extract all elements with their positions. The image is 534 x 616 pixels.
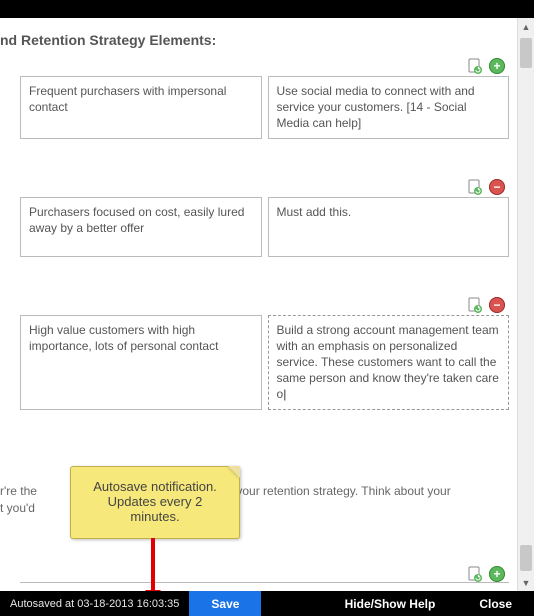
strategy-right-cell-editing[interactable]: Build a strong account management team w… bbox=[268, 315, 510, 410]
strategy-left-cell[interactable]: High value customers with high importanc… bbox=[20, 315, 262, 410]
page-refresh-icon[interactable] bbox=[467, 297, 483, 313]
remove-icon[interactable]: − bbox=[489, 179, 505, 195]
section-controls: + bbox=[0, 58, 509, 74]
section-controls: − bbox=[0, 297, 509, 313]
strategy-left-cell[interactable]: Frequent purchasers with impersonal cont… bbox=[20, 76, 262, 139]
vertical-scrollbar[interactable]: ▲ ▼ bbox=[517, 18, 534, 591]
strategy-section: − Purchasers focused on cost, easily lur… bbox=[0, 179, 509, 257]
add-icon[interactable]: + bbox=[489, 58, 505, 74]
add-icon[interactable]: + bbox=[489, 566, 505, 582]
strategy-section: + Frequent purchasers with impersonal co… bbox=[0, 58, 509, 139]
editing-text: Build a strong account management team w… bbox=[277, 323, 499, 402]
page-refresh-icon[interactable] bbox=[467, 58, 483, 74]
close-button[interactable]: Close bbox=[457, 591, 534, 616]
section-controls: − bbox=[0, 179, 509, 195]
strategy-right-cell[interactable]: Must add this. bbox=[268, 197, 510, 257]
strategy-row: Frequent purchasers with impersonal cont… bbox=[20, 76, 509, 139]
section-heading: nd Retention Strategy Elements: bbox=[0, 32, 509, 48]
instruction-fragment-line2: t you'd bbox=[0, 501, 35, 515]
scroll-thumb[interactable] bbox=[520, 38, 532, 68]
page-refresh-icon[interactable] bbox=[467, 566, 483, 582]
note-line: minutes. bbox=[130, 509, 179, 524]
autosave-tooltip-note: Autosave notification. Updates every 2 m… bbox=[70, 466, 240, 539]
text-cursor bbox=[283, 387, 286, 401]
window-titlebar-dark bbox=[0, 0, 534, 18]
note-line: Updates every 2 bbox=[108, 494, 203, 509]
strategy-section: − High value customers with high importa… bbox=[0, 297, 509, 410]
scroll-down-button[interactable]: ▼ bbox=[518, 574, 534, 591]
remove-icon[interactable]: − bbox=[489, 297, 505, 313]
scroll-up-button[interactable]: ▲ bbox=[518, 18, 534, 35]
strategy-row: Purchasers focused on cost, easily lured… bbox=[20, 197, 509, 257]
callout-arrow bbox=[151, 538, 155, 591]
instruction-fragment-right: in your retention strategy. Think about … bbox=[224, 484, 451, 498]
section-controls: + bbox=[0, 566, 509, 582]
hide-show-help-button[interactable]: Hide/Show Help bbox=[323, 591, 458, 616]
bottom-toolbar: Autosaved at 03-18-2013 16:03:35 Save Hi… bbox=[0, 591, 534, 616]
note-line: Autosave notification. bbox=[93, 479, 217, 494]
scroll-thumb-lower[interactable] bbox=[520, 545, 532, 571]
strategy-right-cell[interactable]: Use social media to connect with and ser… bbox=[268, 76, 510, 139]
save-button[interactable]: Save bbox=[189, 591, 261, 616]
strategy-left-cell[interactable]: Purchasers focused on cost, easily lured… bbox=[20, 197, 262, 257]
page-refresh-icon[interactable] bbox=[467, 179, 483, 195]
toolbar-spacer bbox=[261, 591, 322, 616]
lower-section: + bbox=[0, 566, 509, 588]
content-area: nd Retention Strategy Elements: + Freque… bbox=[0, 18, 534, 591]
instruction-fragment-left: r're the bbox=[0, 484, 37, 498]
lower-row-edge bbox=[20, 582, 509, 588]
autosave-status: Autosaved at 03-18-2013 16:03:35 bbox=[0, 591, 189, 616]
strategy-row: High value customers with high importanc… bbox=[20, 315, 509, 410]
